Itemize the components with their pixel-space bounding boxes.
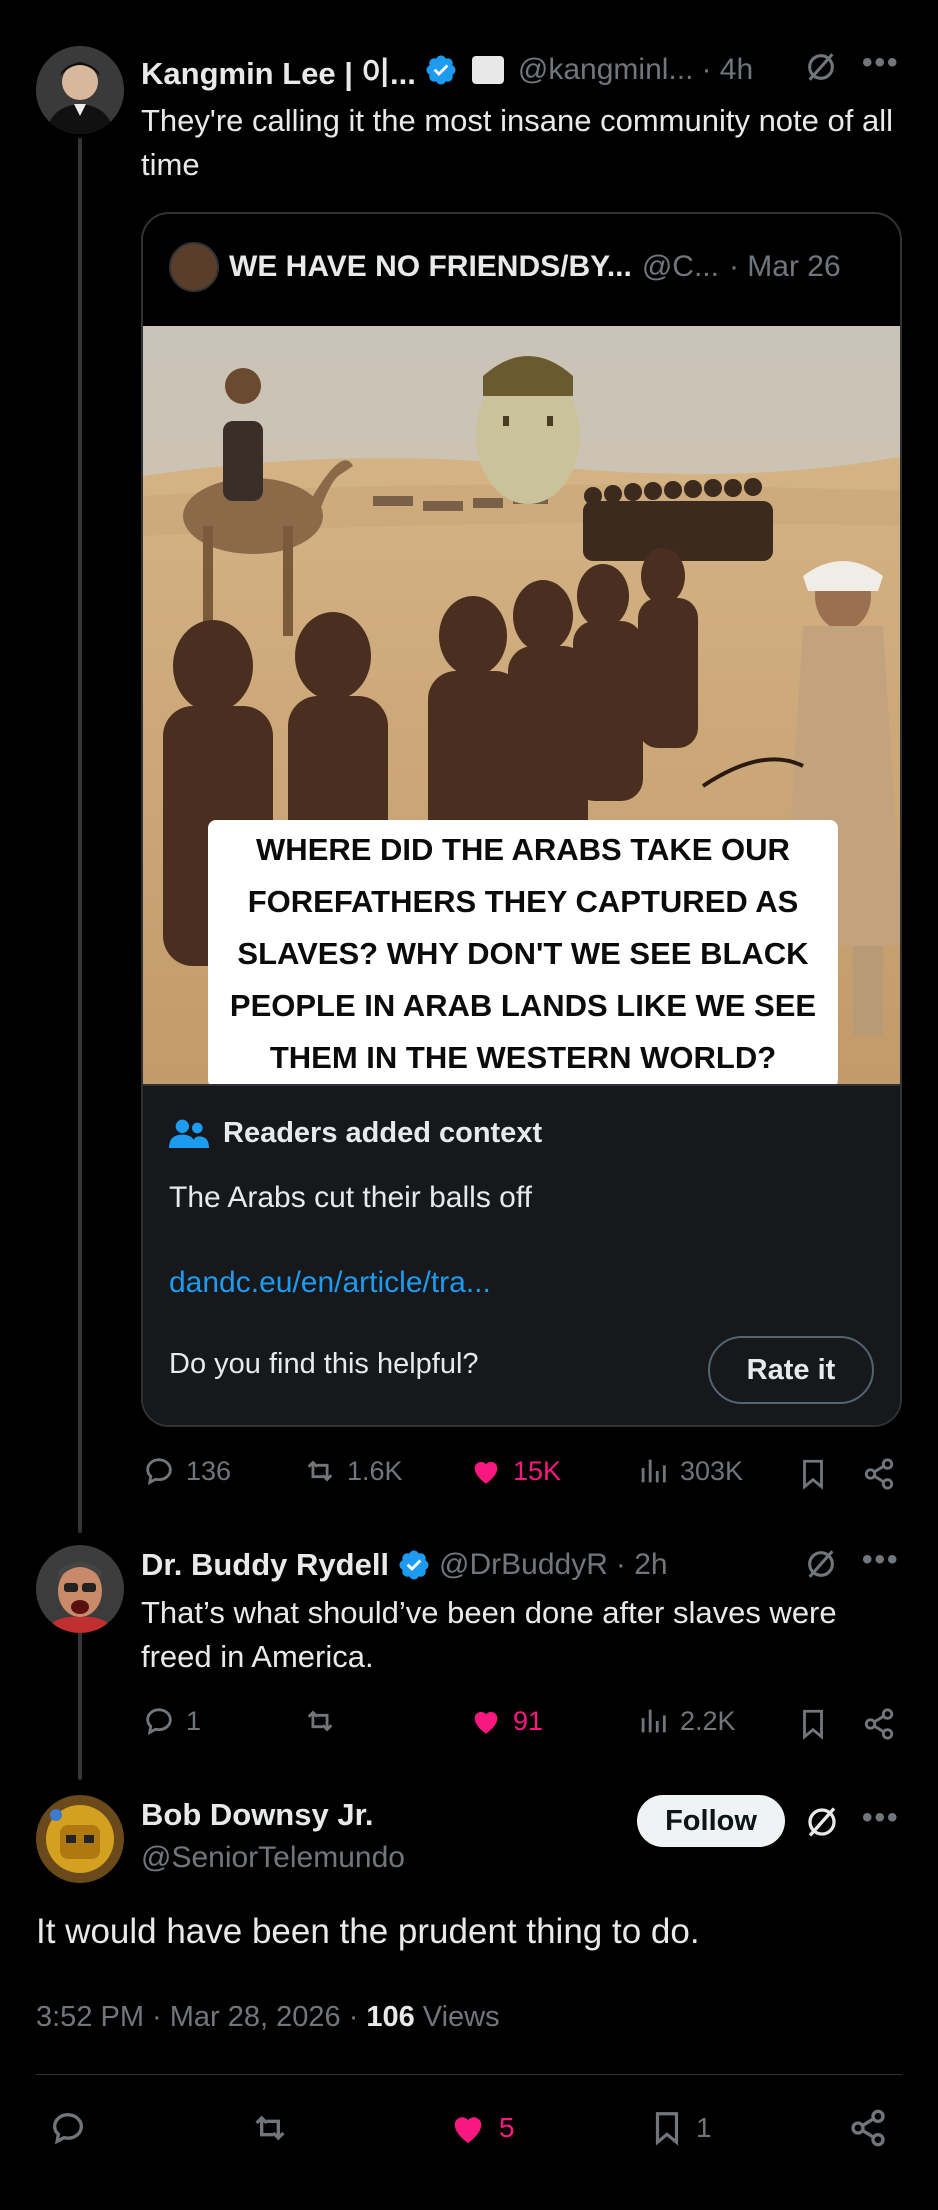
repost-count: 1.6K [347,1455,403,1486]
reply-count: 1 [186,1705,202,1736]
quoted-author-handle[interactable]: @C... [642,250,719,284]
tweet-header: Dr. Buddy Rydell @DrBuddyR · 2h [141,1543,668,1587]
like-button[interactable]: 5 [447,2108,515,2148]
thread-line [78,138,82,1533]
rate-it-button[interactable]: Rate it [708,1336,874,1404]
author-handle[interactable]: @DrBuddyR [439,1548,608,1582]
author-name[interactable]: Dr. Buddy Rydell [141,1547,389,1583]
author-handle[interactable]: @SeniorTelemundo [141,1841,405,1875]
affiliate-badge [471,56,504,84]
tweet-timestamp[interactable]: 3:52 PM · Mar 28, 2026 · [36,2001,358,2034]
grok-icon[interactable] [804,50,838,84]
quoted-time[interactable]: · Mar 26 [729,250,841,284]
more-icon[interactable]: ••• [862,46,900,80]
verified-icon [426,55,456,85]
more-icon[interactable]: ••• [862,1543,900,1577]
image-caption: WHERE DID THE ARABS TAKE OUR FOREFATHERS… [208,820,838,1084]
reply-icon [146,1708,172,1735]
like-count: 15K [513,1455,562,1486]
verified-icon [399,1550,429,1580]
reply-button[interactable]: 1 [142,1704,201,1738]
bookmark-count: 1 [696,2112,712,2143]
community-note-text: The Arabs cut their balls off [169,1181,532,1214]
views-icon [641,1709,666,1733]
community-note-header: Readers added context [169,1116,542,1150]
heart-filled-icon [474,1711,498,1734]
follow-button[interactable]: Follow [637,1795,785,1847]
heart-filled-icon [454,2117,482,2143]
avatar[interactable] [36,1545,124,1633]
views-count: 303K [680,1455,744,1486]
repost-icon [307,1460,333,1482]
quoted-author-name[interactable]: WE HAVE NO FRIENDS/BY... [229,250,632,284]
divider [36,2074,902,2075]
like-count: 5 [499,2112,515,2143]
views-label: Views [422,2001,500,2033]
views-count: 2.2K [680,1705,736,1736]
repost-button[interactable] [303,1704,347,1738]
share-icon[interactable] [862,1456,896,1492]
tweet-time[interactable]: · 2h [616,1548,668,1582]
like-count: 91 [513,1705,544,1736]
reply-count: 136 [186,1455,232,1486]
quoted-header: WE HAVE NO FRIENDS/BY... @C... · Mar 26 [169,242,841,292]
more-icon[interactable]: ••• [862,1801,900,1835]
tweet-text: It would have been the prudent thing to … [36,1912,700,1951]
author-handle[interactable]: @kangminl... [518,53,694,87]
quoted-tweet-card[interactable]: WE HAVE NO FRIENDS/BY... @C... · Mar 26 [141,212,902,1427]
thread-line [78,1632,82,1780]
community-note-title: Readers added context [223,1116,543,1149]
people-icon [169,1119,209,1148]
repost-icon [307,1710,333,1732]
bookmark-icon [655,2112,679,2146]
quoted-image[interactable]: WHERE DID THE ARABS TAKE OUR FOREFATHERS… [143,326,900,1084]
bookmark-icon[interactable] [796,1456,830,1492]
repost-icon[interactable] [248,2108,292,2148]
tweet-time[interactable]: · 4h [701,53,753,87]
share-icon[interactable] [848,2108,888,2148]
author-name[interactable]: Bob Downsy Jr. [141,1797,374,1833]
views-button[interactable]: 303K [636,1454,743,1488]
bookmark-button[interactable]: 1 [648,2108,712,2148]
helpful-prompt: Do you find this helpful? [169,1348,479,1380]
reply-button[interactable]: 136 [142,1454,231,1488]
views-count: 106 [366,2001,415,2033]
avatar[interactable] [36,46,124,134]
community-note-link[interactable]: dandc.eu/en/article/tra... [169,1266,491,1300]
reply-icon [146,1458,172,1485]
avatar[interactable] [36,1795,124,1883]
tweet-text: That’s what should’ve been done after sl… [141,1595,837,1674]
tweet-text: They're calling it the most insane commu… [141,103,893,182]
tweet-header: Kangmin Lee | 이... @kangminl... · 4h [141,48,753,92]
author-name[interactable]: Kangmin Lee | 이... [141,48,416,93]
reply-icon[interactable] [48,2108,88,2148]
like-button[interactable]: 91 [469,1704,543,1738]
share-icon[interactable] [862,1706,896,1742]
like-button[interactable]: 15K [469,1454,561,1488]
heart-filled-icon [474,1461,498,1484]
repost-button[interactable]: 1.6K [303,1454,403,1488]
grok-icon[interactable] [804,1804,840,1840]
bookmark-icon[interactable] [796,1706,830,1742]
grok-icon[interactable] [804,1547,838,1581]
views-button[interactable]: 2.2K [636,1704,736,1738]
tweet-meta: 3:52 PM · Mar 28, 2026 · 106 Views [36,2001,500,2034]
views-icon [641,1459,666,1483]
quoted-avatar[interactable] [169,242,219,292]
